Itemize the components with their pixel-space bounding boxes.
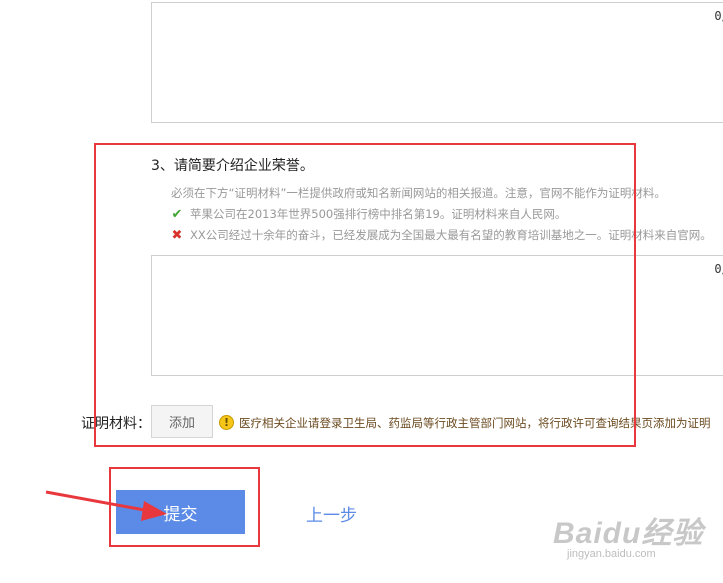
baidu-watermark: Baidu经验 jingyan.baidu.com [553,508,704,560]
arrow-icon [45,490,167,521]
watermark-url: jingyan.baidu.com [567,548,656,560]
watermark-brand: Baidu经验 [553,517,704,550]
